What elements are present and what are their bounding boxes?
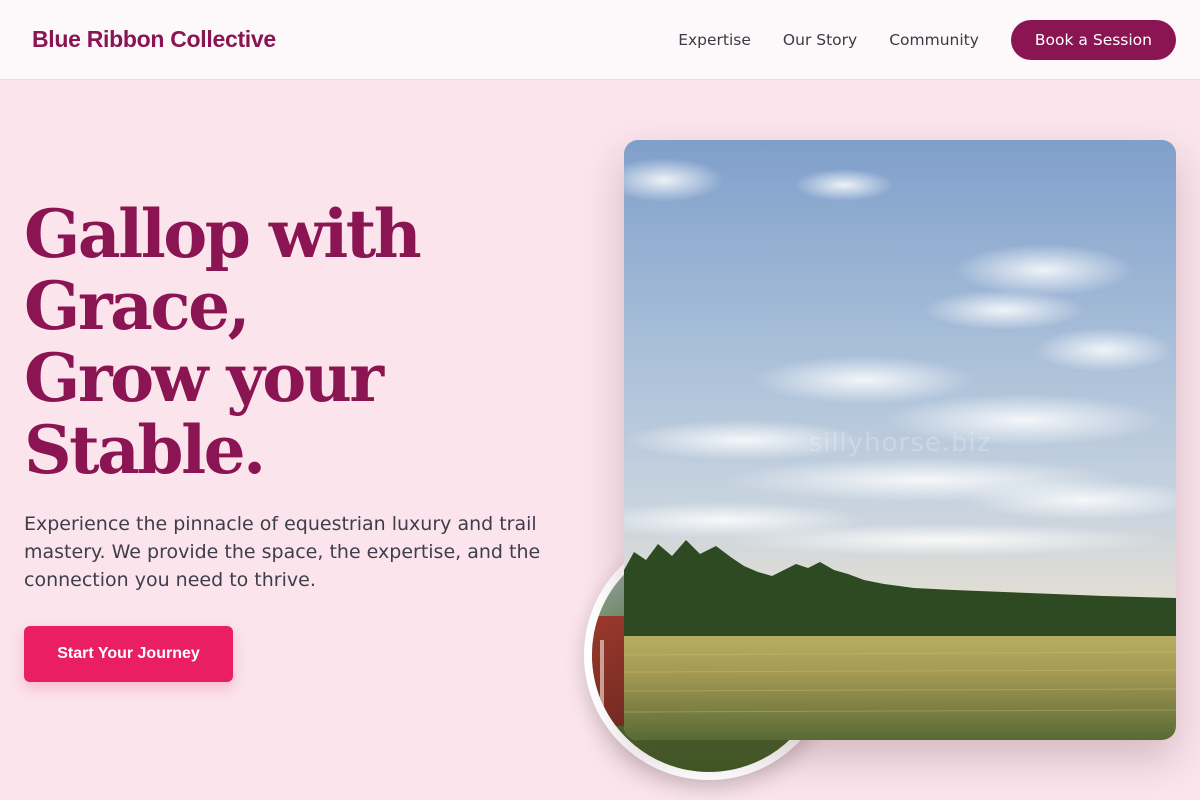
hero-title-line: Gallop with <box>24 195 422 273</box>
site-header: Blue Ribbon Collective Expertise Our Sto… <box>0 0 1200 80</box>
nav-link-expertise[interactable]: Expertise <box>678 31 751 49</box>
hero-subtitle: Experience the pinnacle of equestrian lu… <box>24 513 541 591</box>
site-logo[interactable]: Blue Ribbon Collective <box>32 26 276 53</box>
nav-link-community[interactable]: Community <box>889 31 979 49</box>
nav-link-our-story[interactable]: Our Story <box>783 31 857 49</box>
hero-title-line: Grace, <box>24 267 251 345</box>
hero-landscape-photo: sillyhorse.biz <box>624 140 1176 740</box>
main-nav: Expertise Our Story Community Book a Ses… <box>678 19 1176 60</box>
hero-title-line: Stable. <box>24 411 266 489</box>
hero-title-line: Grow your <box>24 339 384 417</box>
watermark: sillyhorse.biz <box>808 428 992 458</box>
book-session-button[interactable]: Book a Session <box>1010 19 1176 60</box>
hero-title: Gallop with Grace, Grow your Stable. <box>24 198 584 486</box>
start-journey-button[interactable]: Start Your Journey <box>24 626 233 682</box>
